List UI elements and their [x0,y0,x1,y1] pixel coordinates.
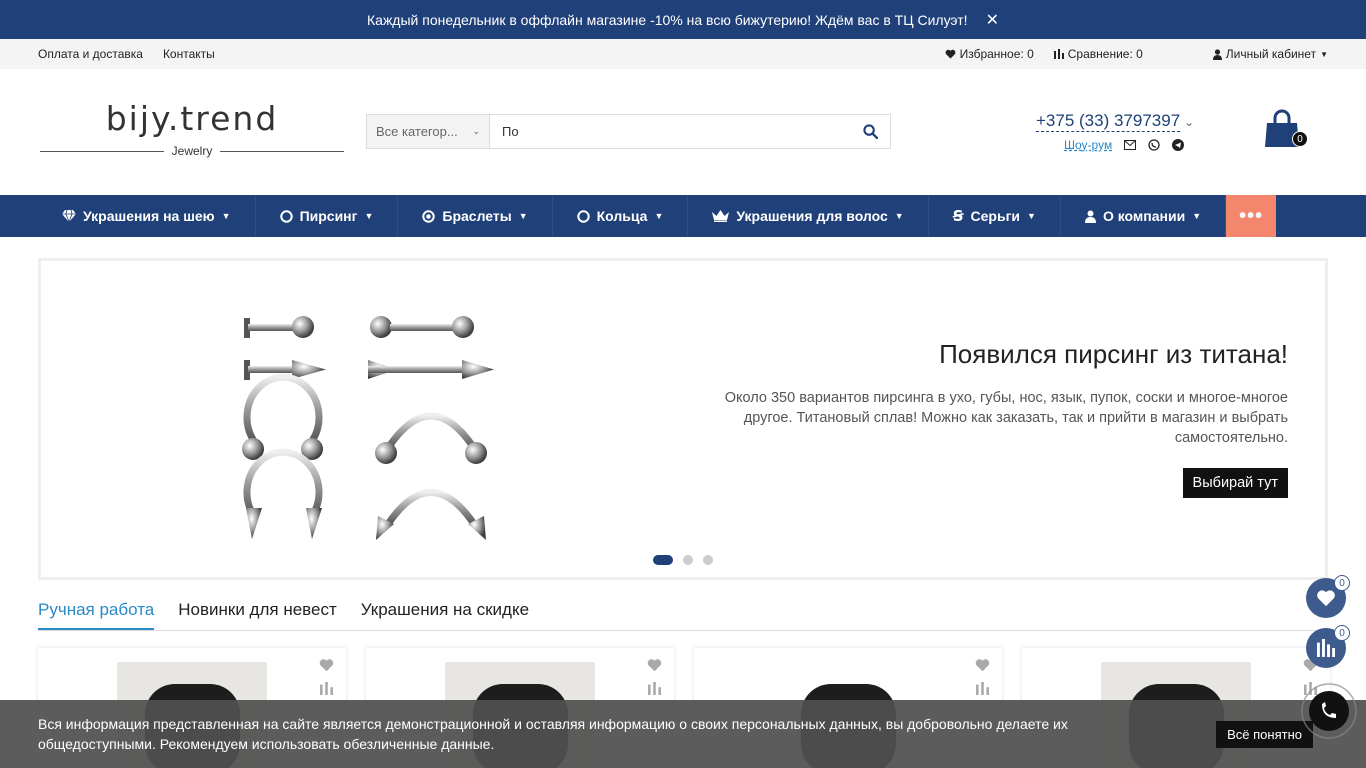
category-value: Все категор... [376,124,458,139]
heart-icon[interactable] [647,658,662,672]
ring-outline-icon [576,209,590,223]
main-nav: Украшения на шею ▼ Пирсинг ▼ Браслеты ▼ … [0,195,1366,237]
nav-label: Кольца [596,208,648,224]
heart-icon [945,49,956,59]
tab-discounts[interactable]: Украшения на скидке [361,600,529,630]
slide-cta-button[interactable]: Выбирай тут [1182,468,1288,498]
chevron-down-icon[interactable]: ⌄ [1184,115,1194,129]
earring-icon: Ꞩ [952,208,964,225]
more-menu-button[interactable]: ••• [1226,195,1277,237]
nav-item-about[interactable]: О компании ▼ [1061,195,1227,237]
user-icon [1084,210,1096,223]
nav-label: Браслеты [442,208,512,224]
close-icon[interactable]: ✕ [986,10,999,30]
caret-down-icon: ▼ [1320,49,1328,59]
hero-slider: Появился пирсинг из титана! Около 350 ва… [38,258,1328,580]
nav-label: Украшения на шею [83,208,215,224]
slider-dots [653,555,713,565]
user-icon [1212,48,1222,60]
logo-brand: bijy.trend [105,99,279,138]
logo[interactable]: bijy.trend Jewelry [40,99,344,158]
crown-icon [712,210,730,222]
promo-bar: Каждый понедельник в оффлайн магазине -1… [0,0,1366,39]
phone-call-widget-icon[interactable] [1296,678,1358,740]
link-payment-delivery[interactable]: Оплата и доставка [38,47,143,61]
product-tabs: Ручная работа Новинки для невест Украшен… [38,600,1328,631]
compare-link[interactable]: Сравнение: 0 [1053,47,1143,61]
cart-button[interactable]: 0 [1264,109,1308,149]
nav-item-piercing[interactable]: Пирсинг ▼ [256,195,399,237]
favorites-label: Избранное: 0 [959,47,1034,61]
nav-label: Пирсинг [299,208,358,224]
chevron-down-icon: ▼ [1192,211,1202,221]
diamond-icon [62,210,76,222]
slide-title: Появился пирсинг из титана! [939,339,1288,369]
cookie-banner: Вся информация представленная на сайте я… [0,700,1366,768]
chevron-down-icon: ▼ [894,211,904,221]
account-label: Личный кабинет [1225,47,1317,61]
chevron-down-icon: ▼ [654,211,664,221]
heart-icon[interactable] [975,658,990,672]
bar-chart-icon[interactable] [648,682,661,695]
bar-chart-icon [1317,639,1335,657]
promo-text: Каждый понедельник в оффлайн магазине -1… [367,11,968,28]
mail-icon[interactable] [1124,140,1137,150]
header: bijy.trend Jewelry Все категор... ⌄ +375… [0,69,1366,195]
contacts-block: +375 (33) 3797397 ⌄ Шоу-рум [1036,111,1194,152]
nav-label: О компании [1102,208,1186,224]
category-select[interactable]: Все категор... ⌄ [367,115,490,148]
nav-item-hair-accessories[interactable]: Украшения для волос ▼ [688,195,929,237]
logo-sub: Jewelry [171,144,213,158]
heart-icon[interactable] [319,658,334,672]
floating-compare-button[interactable]: 0 [1306,625,1350,668]
chevron-down-icon: ▼ [1027,211,1036,221]
tab-bridal-new[interactable]: Новинки для невест [178,600,337,630]
showroom-link[interactable]: Шоу-рум [1064,138,1112,152]
slider-dot[interactable] [683,555,693,565]
nav-item-earrings[interactable]: Ꞩ Серьги ▼ [929,195,1061,237]
nav-label: Серьги [970,208,1021,224]
top-bar: Оплата и доставка Контакты Избранное: 0 … [0,39,1366,69]
heart-icon [1317,590,1335,607]
viber-icon[interactable] [1148,139,1160,151]
phone-number[interactable]: +375 (33) 3797397 [1036,111,1181,132]
telegram-icon[interactable] [1172,139,1185,151]
floating-favorites-button[interactable]: 0 [1306,575,1350,618]
account-link[interactable]: Личный кабинет ▼ [1212,47,1328,61]
nav-item-necklaces[interactable]: Украшения на шею ▼ [38,195,256,237]
search-icon [862,124,878,139]
piercing-jewelry-image[interactable] [166,276,546,556]
chevron-down-icon: ▼ [221,211,231,221]
slider-dot[interactable] [703,555,713,565]
bar-chart-icon[interactable] [976,682,989,695]
search-button[interactable] [850,115,890,148]
slide-content: Появился пирсинг из титана! Около 350 ва… [688,339,1288,498]
nav-label: Украшения для волос [736,208,888,224]
favorites-link[interactable]: Избранное: 0 [945,47,1034,61]
compare-count-badge: 0 [1334,625,1350,641]
dot-circle-icon [422,209,436,223]
bar-chart-icon [1053,49,1064,59]
nav-item-rings[interactable]: Кольца ▼ [553,195,689,237]
cookie-text: Вся информация представленная на сайте я… [38,716,1068,752]
search-input[interactable] [490,115,850,148]
cart-count-badge: 0 [1292,131,1308,147]
chevron-down-icon: ▼ [518,211,528,221]
link-contacts[interactable]: Контакты [163,47,215,61]
chevron-down-icon: ⌄ [472,126,480,136]
search-bar: Все категор... ⌄ [366,114,891,149]
compare-label: Сравнение: 0 [1067,47,1143,61]
favorites-count-badge: 0 [1334,575,1350,591]
nav-item-bracelets[interactable]: Браслеты ▼ [398,195,553,237]
tab-handmade[interactable]: Ручная работа [38,600,155,630]
bar-chart-icon[interactable] [320,682,333,695]
chevron-down-icon: ▼ [364,211,374,221]
slider-dot[interactable] [653,555,673,565]
slide-description: Около 350 вариантов пирсинга в ухо, губы… [724,390,1288,446]
ring-outline-icon [279,209,293,223]
